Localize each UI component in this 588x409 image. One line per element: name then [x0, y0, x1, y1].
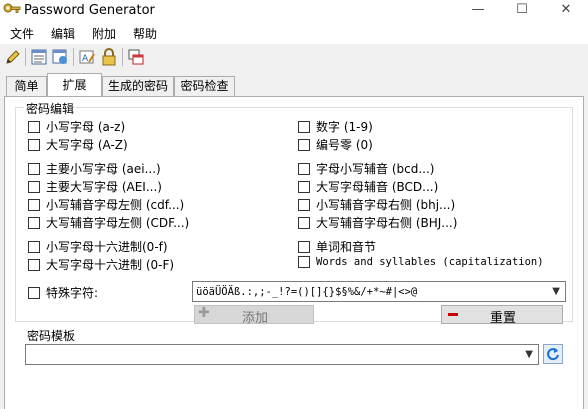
tab-simple[interactable]: 简单 — [6, 76, 47, 96]
checkbox-box[interactable] — [28, 180, 40, 193]
checkbox-box[interactable] — [28, 162, 40, 175]
menu-bar: 文件 编辑 附加 帮助 — [0, 22, 588, 44]
checkbox-words-capitalization[interactable]: Words and syllables (capitalization) — [298, 256, 544, 268]
chevron-down-icon[interactable]: ▼ — [525, 349, 533, 360]
checkbox-label: 字母小写辅音 (bcd...) — [316, 162, 435, 176]
checkbox-box[interactable] — [298, 240, 310, 253]
keys-app-icon — [3, 3, 21, 13]
window-title: Password Generator — [24, 3, 155, 18]
checkbox-zero[interactable]: 编号零 (0) — [298, 136, 373, 153]
password-template-combo[interactable]: ▼ — [25, 344, 539, 365]
checkbox-consonants-upper[interactable]: 大写字母辅音 (BCD...) — [298, 178, 438, 195]
checkbox-consonants-lower[interactable]: 字母小写辅音 (bcd...) — [298, 160, 434, 177]
checkbox-label: 大写字母 (A-Z) — [46, 138, 128, 152]
svg-text:A: A — [82, 54, 89, 64]
checkbox-box[interactable] — [298, 180, 310, 193]
checkbox-label: 大写字母十六进制 (0-F) — [46, 258, 175, 272]
checkbox-box[interactable] — [298, 198, 310, 211]
toolbar: A — [0, 44, 588, 70]
reset-button-label: 重置 — [489, 311, 516, 326]
refresh-button[interactable] — [543, 344, 563, 364]
checkbox-box[interactable] — [28, 240, 40, 253]
checkbox-label: 小写字母 (a-z) — [46, 120, 126, 134]
checkbox-box[interactable] — [298, 162, 310, 175]
toolbar-separator — [25, 48, 26, 66]
checkbox-hex-upper[interactable]: 大写字母十六进制 (0-F) — [28, 256, 174, 273]
checkbox-box[interactable] — [28, 286, 40, 299]
checkbox-consonants-right-lower[interactable]: 小写辅音字母右侧 (bhj...) — [298, 196, 455, 213]
menu-help[interactable]: 帮助 — [133, 25, 157, 42]
checkbox-label: 主要大写字母 (AEI...) — [46, 180, 162, 194]
title-bar: Password Generator — ☐ ✕ — [0, 0, 588, 22]
special-chars-combo[interactable]: üöäÜÖÄß.:,;-_!?=()[]{}$§%&/+*~#|<>@ ▼ — [192, 281, 566, 302]
checkbox-box[interactable] — [298, 120, 310, 133]
checkbox-box[interactable] — [298, 138, 310, 151]
text-edit-icon[interactable]: A — [78, 48, 96, 66]
toolbar-separator — [122, 48, 123, 66]
special-chars-label: 特殊字符: — [46, 286, 99, 300]
password-template-label: 密码模板 — [27, 329, 76, 343]
checkbox-consonants-right-upper[interactable]: 大写辅音字母右侧 (BHJ...) — [298, 214, 457, 231]
toolbar-separator — [73, 48, 74, 66]
checkbox-label: Words and syllables (capitalization) — [316, 256, 544, 268]
checkbox-label: 编号零 (0) — [316, 138, 373, 152]
minimize-button[interactable]: — — [456, 0, 500, 22]
checkbox-label: 大写字母辅音 (BCD...) — [316, 180, 439, 194]
checkbox-label: 大写辅音字母左侧 (CDF...) — [46, 216, 190, 230]
tab-password-check[interactable]: 密码检查 — [174, 76, 235, 96]
checkbox-box[interactable] — [298, 216, 310, 229]
checkbox-hex-lower[interactable]: 小写字母十六进制(0-f) — [28, 238, 168, 255]
checkbox-box[interactable] — [28, 216, 40, 229]
checkbox-label: 小写辅音字母右侧 (bhj...) — [316, 198, 456, 212]
checkbox-consonants-left-upper[interactable]: 大写辅音字母左侧 (CDF...) — [28, 214, 189, 231]
checkbox-uppercase[interactable]: 大写字母 (A-Z) — [28, 136, 128, 153]
checkbox-label: 大写辅音字母右侧 (BHJ...) — [316, 216, 458, 230]
checkbox-consonants-left-lower[interactable]: 小写辅音字母左侧 (cdf...) — [28, 196, 184, 213]
close-button[interactable]: ✕ — [544, 0, 588, 22]
pencil-icon[interactable] — [4, 48, 22, 66]
menu-edit[interactable]: 编辑 — [51, 25, 75, 42]
checkbox-label: 小写字母十六进制(0-f) — [46, 240, 168, 254]
checkbox-words-syllables[interactable]: 单词和音节 — [298, 238, 376, 255]
copy-windows-icon[interactable] — [127, 48, 145, 66]
extended-panel: 密码编辑 小写字母 (a-z) 大写字母 (A-Z) 主要小写字母 (aei..… — [4, 96, 584, 409]
checkbox-box[interactable] — [28, 120, 40, 133]
password-edit-group: 密码编辑 小写字母 (a-z) 大写字母 (A-Z) 主要小写字母 (aei..… — [15, 100, 573, 326]
checkbox-box[interactable] — [28, 258, 40, 271]
refresh-icon — [547, 348, 559, 361]
group-title: 密码编辑 — [24, 100, 77, 117]
menu-file[interactable]: 文件 — [10, 25, 34, 42]
checkbox-lowercase[interactable]: 小写字母 (a-z) — [28, 118, 125, 135]
add-button[interactable]: ✚ 添加 — [194, 305, 314, 326]
add-button-label: 添加 — [241, 311, 268, 326]
tab-extended[interactable]: 扩展 — [47, 73, 102, 96]
checkbox-vowels-upper[interactable]: 主要大写字母 (AEI...) — [28, 178, 162, 195]
tab-generated-passwords[interactable]: 生成的密码 — [102, 76, 174, 96]
checkbox-box[interactable] — [28, 138, 40, 151]
checkbox-label: 小写辅音字母左侧 (cdf...) — [46, 198, 185, 212]
lock-icon[interactable] — [100, 48, 118, 66]
list-icon[interactable] — [30, 48, 48, 66]
reset-button[interactable]: 重置 — [441, 305, 563, 326]
menu-extras[interactable]: 附加 — [92, 25, 116, 42]
maximize-button[interactable]: ☐ — [500, 0, 544, 22]
checkbox-box[interactable] — [298, 256, 310, 268]
chevron-down-icon[interactable]: ▼ — [552, 286, 560, 297]
special-chars-value: üöäÜÖÄß.:,;-_!?=()[]{}$§%&/+*~#|<>@ — [196, 286, 418, 298]
checkbox-digits[interactable]: 数字 (1-9) — [298, 118, 373, 135]
checkbox-special-chars[interactable]: 特殊字符: — [28, 284, 98, 301]
window-refresh-icon[interactable] — [51, 48, 69, 66]
checkbox-label: 数字 (1-9) — [316, 120, 373, 134]
checkbox-box[interactable] — [28, 198, 40, 211]
checkbox-label: 主要小写字母 (aei...) — [46, 162, 161, 176]
checkbox-label: 单词和音节 — [316, 240, 377, 254]
checkbox-vowels-lower[interactable]: 主要小写字母 (aei...) — [28, 160, 161, 177]
